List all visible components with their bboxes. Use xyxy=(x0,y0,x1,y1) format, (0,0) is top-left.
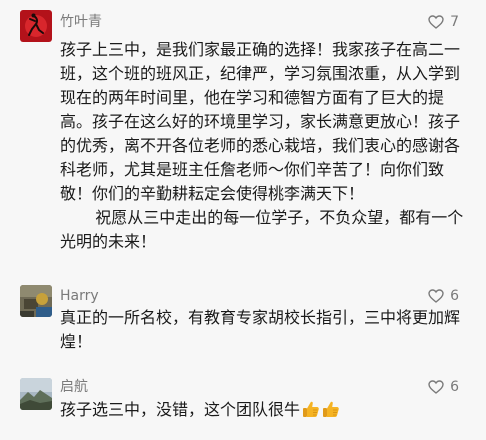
comment-content: 真正的一所名校，有教育专家胡校长指引，三中将更加辉煌！ xyxy=(60,306,475,354)
heart-outline-icon xyxy=(428,289,444,303)
comment-paragraph: 祝愿从三中走出的每一位学子，不负众望，都有一个光明的未来！ xyxy=(60,208,464,251)
red-dancer-avatar-icon xyxy=(20,10,52,42)
like-count: 6 xyxy=(450,379,459,395)
comment-text: 孩子选三中，没错，这个团队很牛 xyxy=(60,400,301,419)
avatar[interactable] xyxy=(20,285,52,317)
like-count: 6 xyxy=(450,288,459,304)
like-count: 7 xyxy=(450,14,459,30)
comment-author-name[interactable]: Harry xyxy=(60,287,99,305)
heart-outline-icon xyxy=(428,15,444,29)
comment-author-name[interactable]: 竹叶青 xyxy=(60,13,102,31)
like-button[interactable]: 6 xyxy=(428,287,459,305)
like-button[interactable]: 7 xyxy=(428,13,459,31)
thumbs-up-icon xyxy=(303,401,319,417)
like-button[interactable]: 6 xyxy=(428,378,459,396)
landscape-avatar-icon xyxy=(20,378,52,410)
comment-content: 孩子上三中，是我们家最正确的选择！我家孩子在高二一班，这个班的班风正，纪律严，学… xyxy=(60,38,475,254)
comment-paragraph: 真正的一所名校，有教育专家胡校长指引，三中将更加辉煌！ xyxy=(60,308,461,351)
comment-author-name[interactable]: 启航 xyxy=(60,378,88,396)
comment-paragraph: 孩子选三中，没错，这个团队很牛 xyxy=(60,398,475,422)
thumbs-up-icon xyxy=(323,401,339,417)
avatar[interactable] xyxy=(20,378,52,410)
heart-outline-icon xyxy=(428,380,444,394)
comment-paragraph: 孩子上三中，是我们家最正确的选择！我家孩子在高二一班，这个班的班风正，纪律严，学… xyxy=(60,40,461,203)
comment-content: 孩子选三中，没错，这个团队很牛 xyxy=(60,398,475,422)
photo-avatar-icon xyxy=(20,285,52,317)
avatar[interactable] xyxy=(20,10,52,42)
